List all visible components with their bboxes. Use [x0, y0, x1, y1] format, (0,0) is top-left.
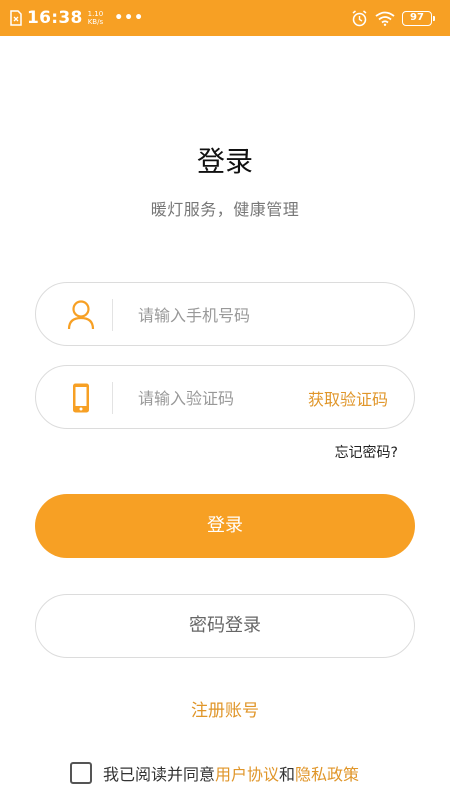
user-icon — [67, 300, 95, 330]
net-speed-unit: KB/s — [87, 18, 104, 26]
forgot-password-link[interactable]: 忘记密码? — [335, 442, 398, 462]
agreement-and: 和 — [279, 765, 296, 784]
wifi-icon — [375, 11, 395, 26]
user-agreement-link[interactable]: 用户协议 — [215, 761, 279, 785]
net-speed-value: 1.10 — [87, 10, 104, 18]
code-input[interactable] — [138, 380, 318, 416]
login-button[interactable]: 登录 — [35, 494, 415, 558]
status-time: 16:38 — [27, 8, 83, 28]
battery-icon: 97 — [402, 10, 435, 26]
password-login-button[interactable]: 密码登录 — [35, 594, 415, 658]
code-field[interactable]: 获取验证码 — [35, 365, 415, 429]
sim-icon — [10, 10, 22, 26]
status-right: 97 — [351, 8, 435, 28]
phone-input[interactable] — [138, 297, 318, 333]
alarm-icon — [352, 9, 367, 26]
register-link[interactable]: 注册账号 — [0, 696, 450, 721]
agreement-checkbox[interactable] — [70, 762, 92, 784]
net-speed: 1.10 KB/s — [88, 10, 104, 26]
page-title: 登录 — [196, 145, 253, 178]
agreement-prefix: 我已阅读并同意 — [103, 765, 216, 784]
more-notifications-icon: ••• — [114, 10, 145, 26]
privacy-policy-link[interactable]: 隐私政策 — [295, 761, 359, 785]
get-code-button[interactable]: 获取验证码 — [308, 386, 388, 410]
field-divider — [112, 299, 113, 331]
status-bar: 16:38 1.10 KB/s ••• 97 — [0, 0, 450, 36]
field-divider — [112, 382, 113, 414]
phone-field[interactable] — [35, 282, 415, 346]
status-left: 16:38 1.10 KB/s ••• — [10, 7, 144, 29]
battery-level: 97 — [410, 11, 424, 23]
phone-icon — [73, 383, 89, 413]
agreement-row: 我已阅读并同意 用户协议和隐私政策 — [70, 761, 359, 785]
page-subtitle: 暖灯服务，健康管理 — [150, 200, 300, 219]
